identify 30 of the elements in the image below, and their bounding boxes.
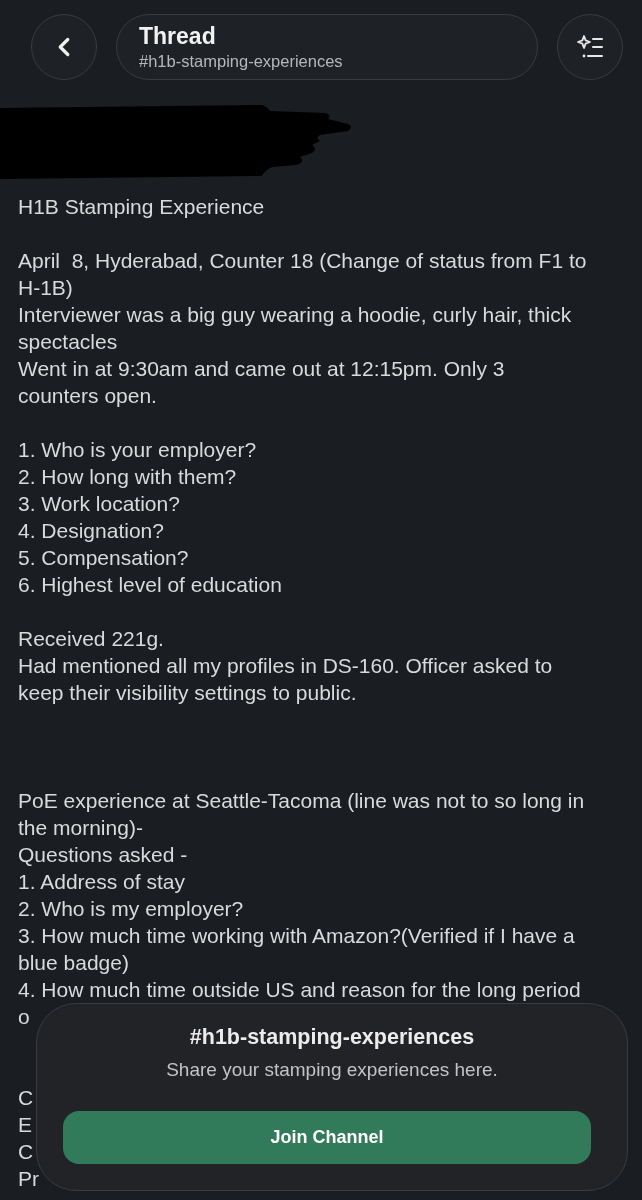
message-text: April 8, Hyderabad, Counter 18 (Change of status from F1 to H-1B) [18, 248, 588, 301]
message-text: Pr [18, 1166, 39, 1192]
message-text: Had mentioned all my profiles in DS-160. Officer asked to keep their visibility settings to public. [18, 653, 554, 706]
message-text: 1. Address of stay [18, 869, 185, 895]
message-text: 1. Who is your employer? [18, 437, 257, 463]
sparkle-list-icon [577, 35, 603, 59]
thread-title: Thread [139, 22, 216, 50]
message-text: 2. How long with them? [18, 464, 237, 490]
message-text: Went in at 9:30am and came out at 12:15pm. Only 3 counters open. [18, 356, 506, 409]
message-text: C [18, 1139, 34, 1165]
message-text: 3. How much time working with Amazon?(Verified if I have a blue badge) [18, 923, 576, 976]
message-text: 2. Who is my employer? [18, 896, 244, 922]
channel-name: #h1b-stamping-experiences [189, 1024, 475, 1051]
message-text: E [18, 1112, 32, 1138]
channel-description: Share your stamping experiences here. [166, 1058, 498, 1082]
thread-title-pill[interactable]: Thread #h1b-stamping-experiences [116, 14, 538, 80]
message-text: H1B Stamping Experience [18, 194, 265, 220]
message-text: Received 221g. [18, 626, 164, 652]
message-text: 6. Highest level of education [18, 572, 282, 598]
channel-name: #h1b-stamping-experiences [139, 51, 343, 72]
join-channel-button[interactable]: Join Channel [63, 1111, 591, 1164]
message-text: o [18, 1004, 30, 1030]
message-text: Questions asked - [18, 842, 188, 868]
message-text: Interviewer was a big guy wearing a hoodie, curly hair, thick spectacles [18, 302, 573, 355]
message-text: 3. Work location? [18, 491, 180, 517]
message-text: 4. How much time outside US and reason for the long period [18, 977, 581, 1003]
message-text: 4. Designation? [18, 518, 164, 544]
message-text: PoE experience at Seattle-Tacoma (line was not to so long in the morning)- [18, 788, 586, 841]
message-text: C [18, 1085, 34, 1111]
message-text: 5. Compensation? [18, 545, 189, 571]
